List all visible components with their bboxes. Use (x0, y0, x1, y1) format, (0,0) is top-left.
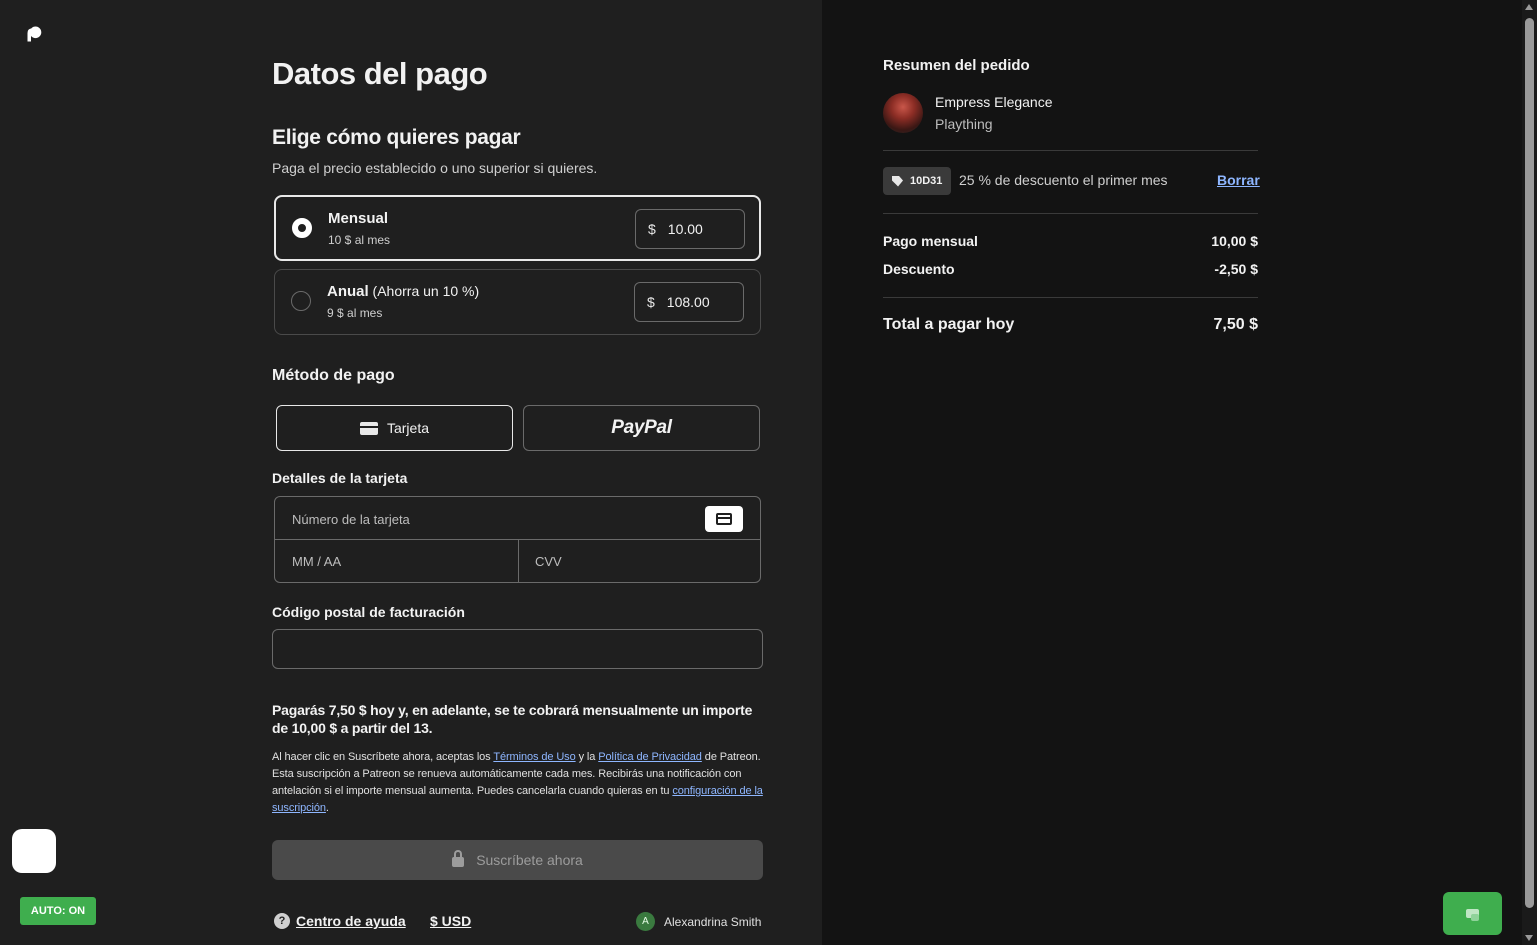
help-icon: ? (274, 913, 290, 929)
creator-tier: Plaything (935, 116, 993, 132)
divider (883, 213, 1258, 214)
plan-name: Anual (Ahorra un 10 %) (327, 283, 480, 300)
legal-text: Al hacer clic en Suscríbete ahora, acept… (272, 751, 763, 814)
divider (883, 150, 1258, 151)
scroll-down-icon[interactable] (1525, 935, 1533, 941)
user-account[interactable]: A Alexandrina Smith (636, 912, 761, 931)
divider (883, 297, 1258, 298)
radio-selected-icon[interactable] (292, 218, 312, 238)
row-label: Pago mensual (883, 233, 978, 249)
choose-title: Elige cómo quieres pagar (272, 126, 521, 149)
card-method-button[interactable]: Tarjeta (276, 405, 513, 451)
row-label: Descuento (883, 261, 955, 277)
coupon-chip: 10D31 (883, 167, 952, 195)
plan-name: Mensual (328, 210, 389, 227)
coupon-code: 10D31 (910, 175, 943, 187)
subscribe-button[interactable]: Suscríbete ahora (272, 840, 763, 880)
card-details-title: Detalles de la tarjeta (272, 470, 408, 486)
patreon-logo-icon[interactable] (26, 26, 42, 42)
coupon-description: 25 % de descuento el primer mes (959, 172, 1168, 188)
scrollbar[interactable] (1522, 0, 1537, 945)
currency-symbol: $ (648, 221, 656, 237)
user-name: Alexandrina Smith (664, 914, 762, 929)
creator-name: Empress Elegance (935, 94, 1053, 110)
card-details-form: Número de la tarjeta MM / AA CVV (274, 496, 761, 583)
row-value: -2,50 $ (1214, 261, 1258, 277)
plan-note: 9 $ al mes (327, 306, 383, 320)
payment-method-title: Método de pago (272, 367, 395, 384)
paypal-logo: PayPal (611, 417, 672, 438)
field-divider (518, 540, 519, 583)
privacy-link[interactable]: Política de Privacidad (598, 751, 702, 763)
terms-link[interactable]: Términos de Uso (493, 751, 575, 763)
floating-widget-button[interactable] (12, 829, 56, 873)
choose-subtitle: Paga el precio establecido o uno superio… (272, 160, 598, 176)
order-summary-title: Resumen del pedido (883, 57, 1030, 74)
scrollbar-thumb[interactable] (1525, 18, 1534, 908)
card-method-label: Tarjeta (386, 420, 430, 436)
plan-note: 10 $ al mes (328, 233, 391, 247)
creator-avatar (883, 93, 923, 133)
radio-unselected-icon[interactable] (291, 291, 311, 311)
price-field-annual[interactable]: $ (634, 282, 744, 322)
chat-button[interactable] (1443, 892, 1502, 935)
expiry-input[interactable]: MM / AA (292, 554, 341, 569)
scroll-up-icon[interactable] (1525, 4, 1533, 10)
tag-icon (892, 175, 903, 187)
zip-input[interactable] (272, 629, 763, 669)
plan-option-monthly[interactable]: Mensual 10 $ al mes $ (274, 195, 761, 261)
avatar: A (636, 912, 655, 931)
plan-option-annual[interactable]: Anual (Ahorra un 10 %) 9 $ al mes $ (274, 269, 761, 335)
credit-card-icon (359, 421, 378, 435)
page-title: Datos del pago (272, 56, 488, 91)
auto-status-badge[interactable]: AUTO: ON (20, 897, 96, 925)
discount-row: Descuento -2,50 $ (883, 261, 1258, 277)
price-field-monthly[interactable]: $ (635, 209, 745, 249)
zip-title: Código postal de facturación (272, 604, 465, 620)
row-value: 10,00 $ (1211, 233, 1258, 249)
currency-symbol: $ (647, 294, 655, 310)
help-center-link[interactable]: ? Centro de ayuda (274, 913, 406, 929)
remove-coupon-link[interactable]: Borrar (1217, 172, 1260, 188)
lock-icon (452, 850, 465, 867)
order-summary-pane (822, 0, 1522, 945)
monthly-payment-row: Pago mensual 10,00 $ (883, 233, 1258, 249)
currency-selector[interactable]: $ USD (430, 913, 471, 929)
cvv-input[interactable]: CVV (535, 554, 562, 569)
card-brand-icon (705, 506, 743, 532)
total-label: Total a pagar hoy (883, 316, 1015, 333)
total-value: 7,50 $ (1213, 316, 1258, 333)
card-number-input[interactable]: Número de la tarjeta (292, 512, 410, 527)
total-row: Total a pagar hoy 7,50 $ (883, 316, 1258, 334)
price-input-annual[interactable] (666, 294, 727, 310)
help-center-label: Centro de ayuda (296, 913, 406, 929)
chat-icon (1466, 909, 1479, 921)
paypal-method-button[interactable]: PayPal (523, 405, 760, 451)
subscribe-label: Suscríbete ahora (476, 852, 583, 868)
price-input-monthly[interactable] (667, 221, 728, 237)
billing-notice: Pagarás 7,50 $ hoy y, en adelante, se te… (272, 702, 753, 736)
